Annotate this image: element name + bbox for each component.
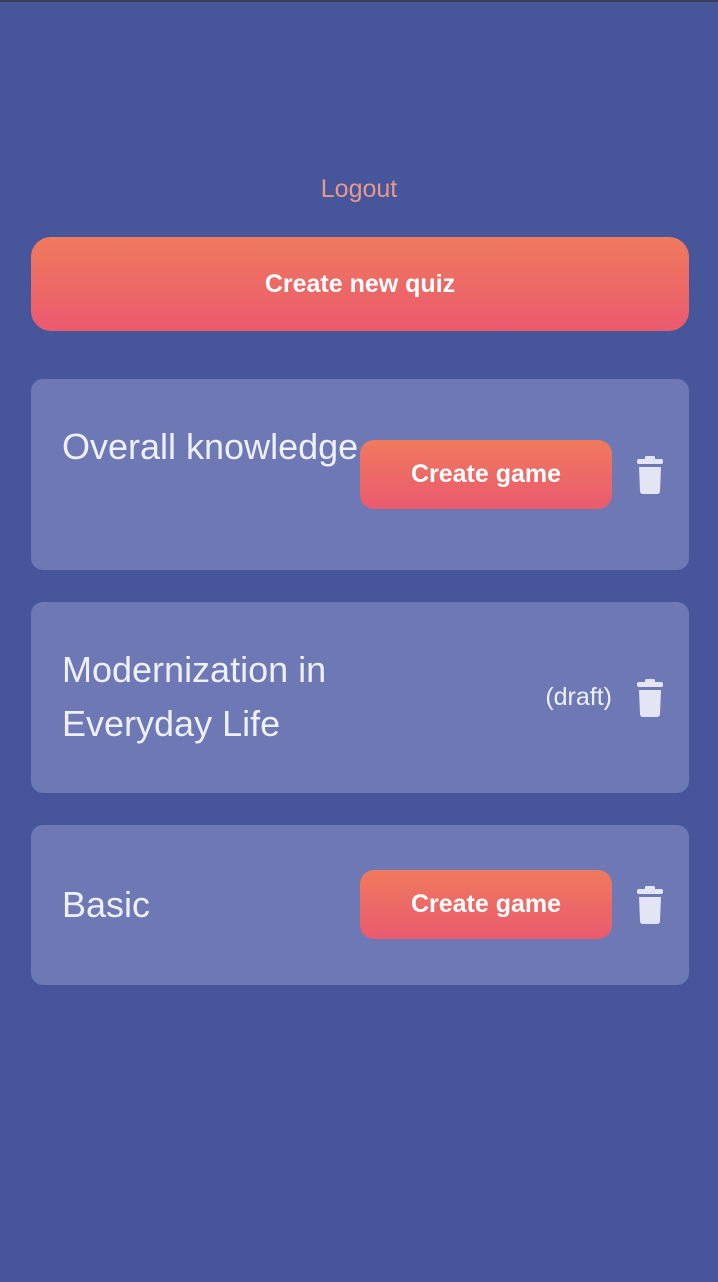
quiz-card: Basic Create game [31, 825, 689, 985]
trash-icon[interactable] [637, 679, 663, 717]
trash-icon[interactable] [637, 886, 663, 924]
window-top-edge [0, 0, 718, 2]
quiz-title: Overall knowledge [62, 426, 359, 467]
quiz-card: Overall knowledge Create game [31, 379, 689, 570]
logout-link[interactable]: Logout [0, 170, 718, 208]
create-game-button[interactable]: Create game [360, 440, 612, 509]
quiz-title: Basic [62, 884, 151, 925]
create-game-button[interactable]: Create game [360, 870, 612, 939]
quiz-title: Modernization in Everyday Life [62, 649, 327, 744]
create-new-quiz-button[interactable]: Create new quiz [31, 237, 689, 331]
quiz-card: Modernization in Everyday Life (draft) [31, 602, 689, 793]
draft-status-label: (draft) [545, 683, 612, 711]
trash-icon[interactable] [637, 456, 663, 494]
